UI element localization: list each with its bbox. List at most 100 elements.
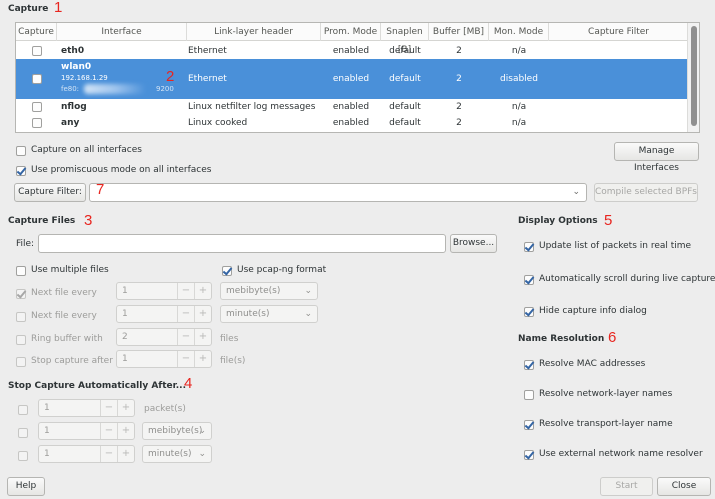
stop-size-unit[interactable]: mebibyte(s) ⌄ bbox=[142, 422, 212, 440]
help-button[interactable]: Help bbox=[7, 477, 45, 496]
close-button[interactable]: Close bbox=[657, 477, 711, 496]
row-capture-checkbox[interactable] bbox=[32, 102, 42, 112]
plus-icon[interactable]: + bbox=[194, 283, 211, 299]
resolve-network-checkbox[interactable] bbox=[524, 390, 534, 400]
minus-icon[interactable]: − bbox=[177, 283, 194, 299]
plus-icon[interactable]: + bbox=[117, 423, 134, 439]
blurred-address bbox=[84, 84, 146, 94]
multiple-files-checkbox[interactable] bbox=[16, 266, 26, 276]
multiple-files-label: Use multiple files bbox=[31, 265, 109, 275]
col-prom-mode[interactable]: Prom. Mode bbox=[321, 23, 381, 41]
capture-filter-combo[interactable]: ⌄ bbox=[89, 183, 587, 202]
stop-packets-spin[interactable]: 1 − + bbox=[38, 399, 135, 417]
table-row-wlan0[interactable]: wlan0 192.168.1.29 fe80: 9200 Ethernet e… bbox=[16, 59, 688, 99]
next-file-size-spin[interactable]: 1 − + bbox=[116, 282, 212, 300]
update-list-checkbox[interactable] bbox=[524, 242, 534, 252]
auto-scroll-label: Automatically scroll during live capture bbox=[539, 274, 715, 284]
interface-table-header: Capture Interface Link-layer header Prom… bbox=[16, 23, 688, 55]
interface-table[interactable]: Capture Interface Link-layer header Prom… bbox=[15, 22, 700, 133]
stop-size-spin[interactable]: 1 − + bbox=[38, 422, 135, 440]
stop-after-files-spin[interactable]: 1 − + bbox=[116, 350, 212, 368]
minus-icon[interactable]: − bbox=[100, 400, 117, 416]
manage-interfaces-button[interactable]: Manage Interfaces bbox=[614, 142, 699, 173]
interface-name: wlan0 bbox=[61, 62, 92, 72]
next-file-time-unit[interactable]: minute(s) ⌄ bbox=[220, 305, 318, 323]
snaplen: default bbox=[389, 102, 421, 112]
capture-all-checkbox[interactable] bbox=[16, 146, 26, 156]
next-file-time-checkbox[interactable] bbox=[16, 312, 26, 322]
minus-icon[interactable]: − bbox=[177, 306, 194, 322]
annotation-2: 2 bbox=[166, 68, 175, 85]
buffer: 2 bbox=[456, 74, 462, 84]
table-row-eth0[interactable]: eth0 Ethernet enabled default 2 n/a bbox=[16, 42, 688, 59]
mon-mode: disabled bbox=[500, 74, 538, 84]
next-file-size-checkbox[interactable] bbox=[16, 289, 26, 299]
chevron-down-icon[interactable]: ⌄ bbox=[572, 187, 580, 197]
capture-all-label: Capture on all interfaces bbox=[31, 145, 142, 155]
stop-after-files-checkbox[interactable] bbox=[16, 357, 26, 367]
plus-icon[interactable]: + bbox=[194, 306, 211, 322]
link-layer: Ethernet bbox=[188, 46, 227, 56]
interface-ipv6-suffix: 9200 bbox=[156, 85, 174, 93]
scrollbar-thumb[interactable] bbox=[691, 26, 697, 126]
col-link-layer[interactable]: Link-layer header bbox=[187, 23, 321, 41]
row-capture-checkbox[interactable] bbox=[32, 46, 42, 56]
table-scrollbar[interactable] bbox=[687, 23, 699, 132]
next-file-size-unit[interactable]: mebibyte(s) ⌄ bbox=[220, 282, 318, 300]
plus-icon[interactable]: + bbox=[194, 351, 211, 367]
col-capture[interactable]: Capture bbox=[16, 23, 57, 41]
next-file-time-spin[interactable]: 1 − + bbox=[116, 305, 212, 323]
hide-info-label: Hide capture info dialog bbox=[539, 306, 647, 316]
stop-size-checkbox[interactable] bbox=[18, 428, 28, 438]
capture-filter-button[interactable]: Capture Filter: bbox=[14, 183, 86, 202]
compile-bpfs-button[interactable]: Compile selected BPFs bbox=[594, 183, 698, 202]
auto-scroll-checkbox[interactable] bbox=[524, 275, 534, 285]
snaplen: default bbox=[389, 46, 421, 56]
col-buffer[interactable]: Buffer [MB] bbox=[429, 23, 489, 41]
interface-ipv4: 192.168.1.29 bbox=[61, 74, 108, 82]
start-button[interactable]: Start bbox=[600, 477, 653, 496]
minus-icon[interactable]: − bbox=[177, 329, 194, 345]
col-mon-mode[interactable]: Mon. Mode bbox=[489, 23, 549, 41]
row-capture-checkbox[interactable] bbox=[32, 118, 42, 128]
file-input[interactable] bbox=[38, 234, 446, 253]
promiscuous-checkbox[interactable] bbox=[16, 166, 26, 176]
stop-packets-unit: packet(s) bbox=[144, 404, 186, 414]
spin-value: 1 bbox=[44, 449, 50, 459]
pcapng-checkbox[interactable] bbox=[222, 266, 232, 276]
minus-icon[interactable]: − bbox=[177, 351, 194, 367]
buffer: 2 bbox=[456, 118, 462, 128]
unit-value: mebibyte(s) bbox=[226, 286, 281, 296]
row-capture-checkbox[interactable] bbox=[32, 74, 42, 84]
plus-icon[interactable]: + bbox=[194, 329, 211, 345]
interface-name: eth0 bbox=[61, 46, 85, 56]
pcapng-label: Use pcap-ng format bbox=[237, 265, 327, 275]
link-layer: Ethernet bbox=[188, 74, 227, 84]
ring-buffer-checkbox[interactable] bbox=[16, 335, 26, 345]
minus-icon[interactable]: − bbox=[100, 446, 117, 462]
browse-button[interactable]: Browse... bbox=[450, 234, 497, 253]
resolve-transport-label: Resolve transport-layer name bbox=[539, 419, 673, 429]
stop-time-spin[interactable]: 1 − + bbox=[38, 445, 135, 463]
plus-icon[interactable]: + bbox=[117, 446, 134, 462]
stop-packets-checkbox[interactable] bbox=[18, 405, 28, 415]
ring-buffer-spin[interactable]: 2 − + bbox=[116, 328, 212, 346]
mon-mode: n/a bbox=[511, 46, 527, 56]
col-snaplen[interactable]: Snaplen [B] bbox=[381, 23, 429, 55]
spin-value: 1 bbox=[44, 426, 50, 436]
col-interface[interactable]: Interface bbox=[57, 23, 187, 41]
resolve-network-label: Resolve network-layer names bbox=[539, 389, 673, 399]
file-label: File: bbox=[16, 239, 35, 249]
minus-icon[interactable]: − bbox=[100, 423, 117, 439]
col-capture-filter[interactable]: Capture Filter bbox=[549, 23, 688, 41]
resolve-mac-checkbox[interactable] bbox=[524, 360, 534, 370]
stop-time-unit[interactable]: minute(s) ⌄ bbox=[142, 445, 212, 463]
resolve-transport-checkbox[interactable] bbox=[524, 420, 534, 430]
stop-time-checkbox[interactable] bbox=[18, 451, 28, 461]
table-row-any[interactable]: any Linux cooked enabled default 2 n/a bbox=[16, 116, 688, 132]
external-resolver-label: Use external network name resolver bbox=[539, 449, 703, 459]
external-resolver-checkbox[interactable] bbox=[524, 450, 534, 460]
hide-info-checkbox[interactable] bbox=[524, 307, 534, 317]
table-row-nflog[interactable]: nflog Linux netfilter log messages enabl… bbox=[16, 99, 688, 116]
plus-icon[interactable]: + bbox=[117, 400, 134, 416]
